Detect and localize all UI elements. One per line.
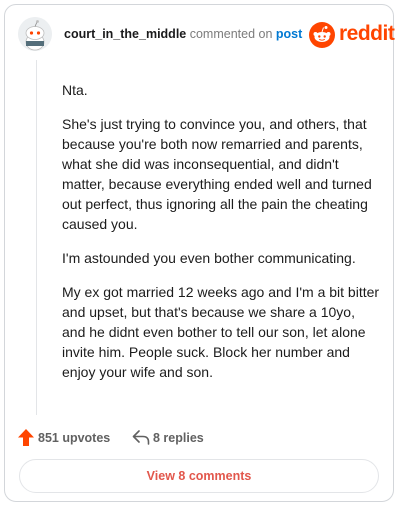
- thread-line: [36, 60, 37, 415]
- upvote-arrow-icon: [18, 429, 34, 446]
- comment-paragraph: Nta.: [62, 82, 88, 98]
- commented-on-text: commented on: [189, 27, 273, 41]
- reddit-wordmark: reddit: [339, 22, 395, 45]
- comment-card: court_in_the_middle commented on post re…: [4, 4, 395, 502]
- comment-body: Nta. She's just trying to convince you, …: [62, 80, 380, 396]
- comment-paragraph: I'm astounded you even bother communicat…: [62, 250, 356, 266]
- reply-arrow-icon: [132, 430, 150, 445]
- comment-actions: 851 upvotes 8 replies: [18, 428, 378, 448]
- view-comments-button[interactable]: View 8 comments: [19, 459, 379, 493]
- reddit-logo-icon: [309, 22, 335, 48]
- username-link[interactable]: court_in_the_middle: [64, 27, 186, 41]
- comment-header: court_in_the_middle commented on post re…: [18, 14, 395, 54]
- replies-count: 8 replies: [153, 431, 204, 445]
- upvote-count: 851 upvotes: [38, 431, 111, 445]
- comment-paragraph: My ex got married 12 weeks ago and I'm a…: [62, 284, 380, 380]
- comment-meta: court_in_the_middle commented on post: [64, 27, 302, 41]
- post-link[interactable]: post: [276, 27, 302, 41]
- snoo-avatar-icon[interactable]: [18, 17, 52, 51]
- comment-paragraph: She's just trying to convince you, and o…: [62, 116, 372, 232]
- reddit-brand[interactable]: reddit: [309, 22, 395, 48]
